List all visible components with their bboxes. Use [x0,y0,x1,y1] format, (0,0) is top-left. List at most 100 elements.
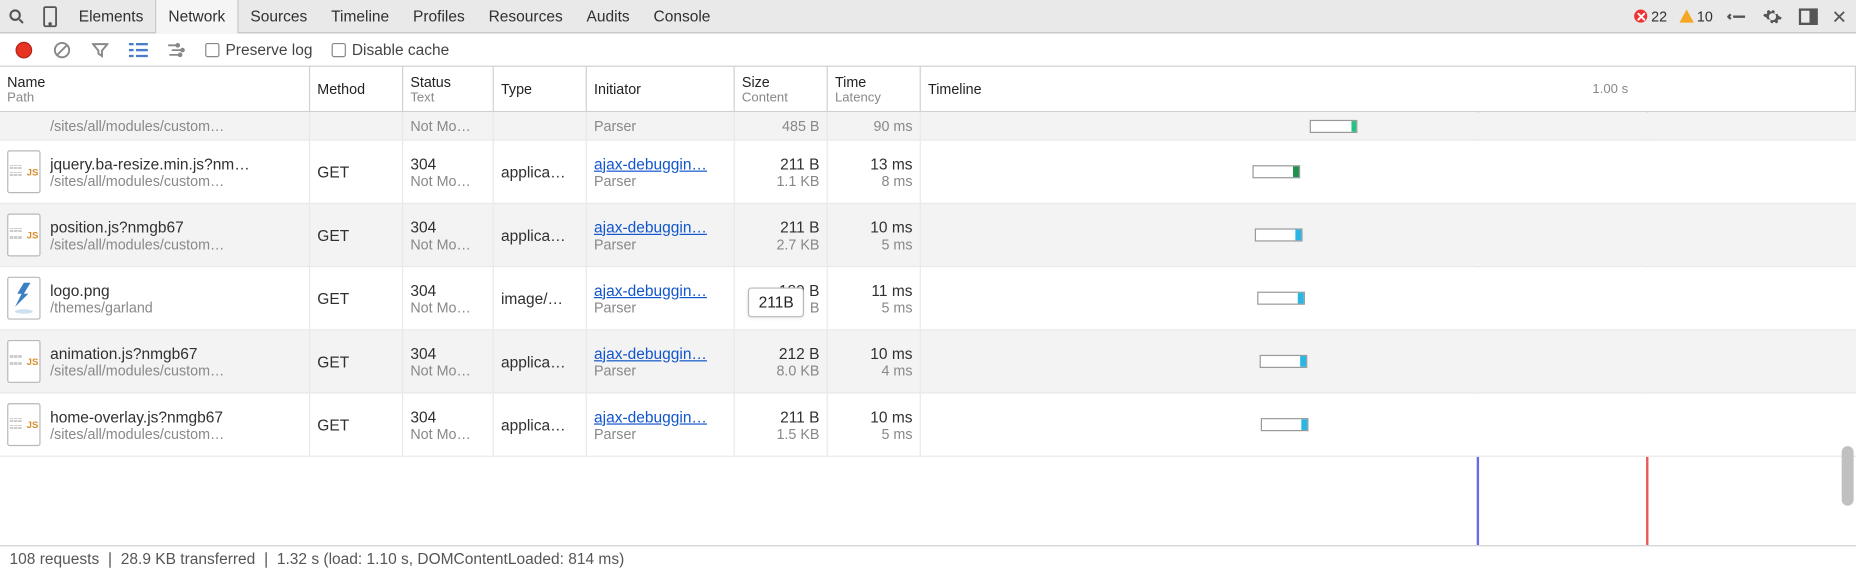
cell-status: 304Not Mo… [403,141,494,203]
col-time[interactable]: Time Latency [828,67,921,111]
initiator-link[interactable]: ajax-debuggin… [594,281,707,299]
network-toolbar: Preserve log Disable cache [0,33,1856,66]
large-rows-button[interactable] [122,33,155,66]
cell-size: 211 B1.1 KB [735,141,828,203]
cell-time: 90 ms [828,112,921,139]
cell-timeline [921,394,1856,456]
tab-network[interactable]: Network [155,0,238,33]
size-tooltip: 211B [748,287,805,317]
tab-elements[interactable]: Elements [67,0,156,33]
col-status[interactable]: Status Text [403,67,494,111]
error-icon [1634,10,1647,23]
file-name: position.js?nmgb67 [50,218,302,236]
initiator-link[interactable]: ajax-debuggin… [594,407,707,425]
image-file-icon [7,277,40,320]
filter-button[interactable] [83,33,116,66]
cell-status: 304Not Mo… [403,267,494,329]
table-row[interactable]: ≡≡≡≡≡≡JSanimation.js?nmgb67/sites/all/mo… [0,330,1856,393]
cell-type: applica… [494,330,587,392]
col-method[interactable]: Method [310,67,403,111]
scrollbar-thumb[interactable] [1842,446,1854,506]
cell-initiator: ajax-debuggin…Parser [587,394,735,456]
file-path: /sites/all/modules/custom… [50,117,302,134]
drawer-icon[interactable] [1720,0,1753,33]
error-counter[interactable]: 22 [1630,8,1672,25]
file-name: jquery.ba-resize.min.js?nm… [50,154,302,172]
checkbox-icon [332,42,346,56]
col-timeline[interactable]: Timeline 1.00 s [921,67,1856,111]
cell-method: GET [310,141,403,203]
col-initiator[interactable]: Initiator [587,67,735,111]
col-type[interactable]: Type [494,67,587,111]
initiator-link[interactable]: ajax-debuggin… [594,218,707,236]
cell-size: 212 B8.0 KB [735,330,828,392]
cell-method: GET [310,330,403,392]
file-name: home-overlay.js?nmgb67 [50,407,302,425]
settings-icon[interactable] [1756,0,1789,33]
table-row[interactable]: ≡≡≡≡≡≡JS jquery.ba-resize.min.js?nm…/site… [0,141,1856,204]
cell-type [494,112,587,139]
table-row[interactable]: logo.png/themes/garlandGET304Not Mo…imag… [0,267,1856,330]
network-table-header: Name Path Method Status Text Type Initia… [0,67,1856,112]
device-icon[interactable] [33,0,66,33]
cell-time: 11 ms5 ms [828,267,921,329]
cell-timeline [921,204,1856,266]
cell-method: GET [310,267,403,329]
cell-type: applica… [494,394,587,456]
file-name: logo.png [50,281,302,299]
col-name[interactable]: Name Path [0,67,310,111]
cell-size: 211 B2.7 KB [735,204,828,266]
table-row[interactable]: ≡≡≡≡≡≡JSposition.js?nmgb67/sites/all/mod… [0,204,1856,267]
cell-type: applica… [494,204,587,266]
cell-timeline [921,141,1856,203]
cell-time: 10 ms4 ms [828,330,921,392]
cell-status: 304Not Mo… [403,394,494,456]
warning-icon [1679,10,1693,23]
tab-sources[interactable]: Sources [238,0,319,33]
initiator-link[interactable]: ajax-debuggin… [594,154,707,172]
tabbar-right: 22 10 [1630,0,1856,33]
timing-bar [1252,165,1300,178]
warning-count: 10 [1697,8,1713,25]
close-icon[interactable] [1827,0,1851,33]
search-icon[interactable] [0,0,33,33]
file-path: /sites/all/modules/custom… [50,172,302,189]
file-path: /sites/all/modules/custom… [50,362,302,379]
cell-initiator: ajax-debuggin…Parser [587,330,735,392]
cell-status: 304Not Mo… [403,330,494,392]
js-file-icon: ≡≡≡≡≡≡JS [7,403,40,446]
timing-bar [1260,355,1308,368]
cell-size: 485 B [735,112,828,139]
cell-time: 10 ms5 ms [828,204,921,266]
timing-bar [1310,119,1358,132]
initiator-link[interactable]: ajax-debuggin… [594,344,707,362]
timing-bar [1255,228,1303,241]
dock-icon[interactable] [1792,0,1825,33]
timing-bar [1261,418,1309,431]
cell-timeline [921,267,1856,329]
disable-cache-checkbox[interactable]: Disable cache [324,41,456,59]
timeline-view-button[interactable] [160,33,193,66]
record-button[interactable] [7,33,40,66]
col-size[interactable]: Size Content [735,67,828,111]
cell-size: 211 B1.5 KB [735,394,828,456]
tab-timeline[interactable]: Timeline [319,0,401,33]
warning-counter[interactable]: 10 [1674,8,1717,25]
tab-profiles[interactable]: Profiles [401,0,477,33]
tab-resources[interactable]: Resources [477,0,575,33]
network-table-body: /sites/all/modules/custom…Not Mo…Parser4… [0,112,1856,545]
preserve-log-checkbox[interactable]: Preserve log [198,41,320,59]
file-name: animation.js?nmgb67 [50,344,302,362]
cell-status: Not Mo… [403,112,494,139]
file-path: /sites/all/modules/custom… [50,236,302,253]
network-summary: 108 requests ❘ 28.9 KB transferred ❘ 1.3… [0,545,1856,571]
tab-console[interactable]: Console [642,0,723,33]
cell-type: image/… [494,267,587,329]
tab-audits[interactable]: Audits [575,0,642,33]
clear-button[interactable] [45,33,78,66]
cell-timeline [921,330,1856,392]
js-file-icon: ≡≡≡≡≡≡JS [7,150,40,193]
error-count: 22 [1651,8,1667,25]
table-row[interactable]: /sites/all/modules/custom…Not Mo…Parser4… [0,112,1856,141]
table-row[interactable]: ≡≡≡≡≡≡JShome-overlay.js?nmgb67/sites/all… [0,394,1856,457]
